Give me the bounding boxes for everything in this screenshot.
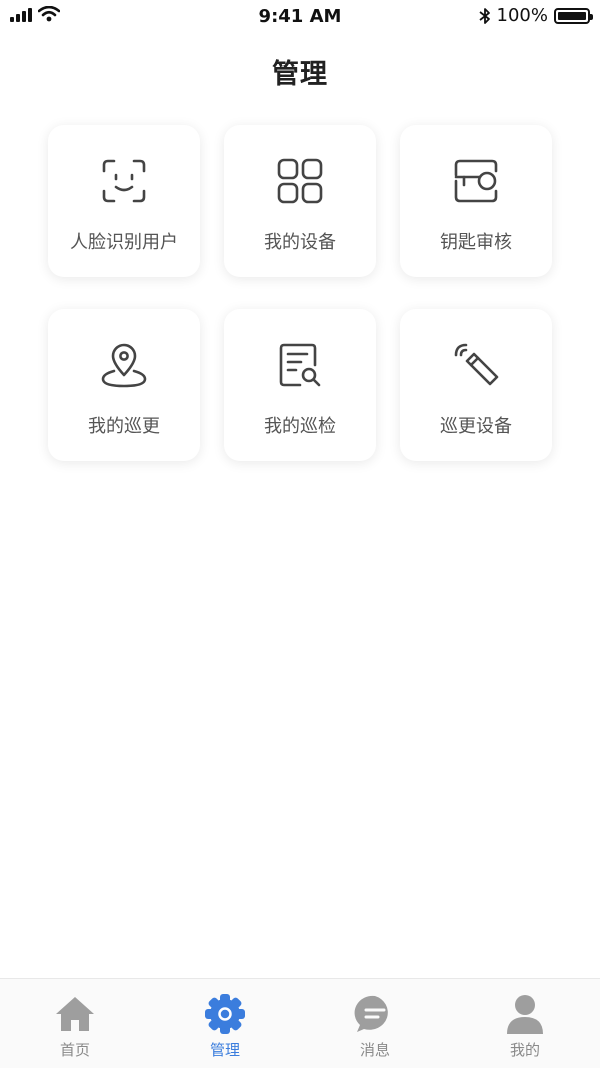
tab-messages[interactable]: 消息	[300, 979, 450, 1068]
key-card-icon	[454, 159, 498, 203]
tab-bar: 首页 管理 消息 我的	[0, 978, 600, 1068]
grid-item-label: 巡更设备	[440, 416, 512, 437]
status-bar: 9:41 AM 100%	[0, 0, 600, 34]
grid-item-label: 我的设备	[264, 232, 336, 253]
grid-item-my-devices[interactable]: 我的设备	[224, 125, 376, 277]
face-scan-icon	[102, 159, 146, 203]
document-search-icon	[279, 343, 321, 387]
grid-item-my-patrol[interactable]: 我的巡更	[48, 309, 200, 461]
grid-item-label: 我的巡更	[88, 416, 160, 437]
gear-icon	[205, 994, 245, 1034]
tab-label: 首页	[59, 1041, 90, 1059]
tab-home[interactable]: 首页	[0, 979, 150, 1068]
grid-item-label: 人脸识别用户	[70, 232, 178, 253]
tab-label: 管理	[209, 1041, 240, 1059]
grid-item-face-users[interactable]: 人脸识别用户	[48, 125, 200, 277]
tab-profile[interactable]: 我的	[450, 979, 600, 1068]
tab-label: 我的	[509, 1041, 540, 1059]
grid-apps-icon	[277, 158, 323, 204]
tab-manage[interactable]: 管理	[150, 979, 300, 1068]
grid-item-my-inspection[interactable]: 我的巡检	[224, 309, 376, 461]
status-right: 100%	[478, 5, 593, 26]
tab-label: 消息	[359, 1041, 390, 1059]
bluetooth-icon	[478, 7, 490, 24]
message-icon	[354, 995, 388, 1032]
location-pin-icon	[101, 343, 147, 388]
battery-percent: 100%	[496, 5, 548, 26]
home-icon	[56, 997, 94, 1031]
wireless-tag-icon	[454, 343, 499, 386]
grid-item-patrol-devices[interactable]: 巡更设备	[400, 309, 552, 461]
battery-icon	[554, 7, 593, 24]
grid-item-key-review[interactable]: 钥匙审核	[400, 125, 552, 277]
user-icon	[507, 995, 543, 1034]
grid-item-label: 我的巡检	[264, 416, 336, 437]
main-content: 人脸识别用户 我的设备 钥匙审核 我的巡更 我的巡检 巡更设备	[0, 100, 600, 978]
page-header: 管理	[0, 34, 600, 100]
page-title: 管理	[272, 59, 328, 90]
grid-item-label: 钥匙审核	[440, 232, 512, 253]
